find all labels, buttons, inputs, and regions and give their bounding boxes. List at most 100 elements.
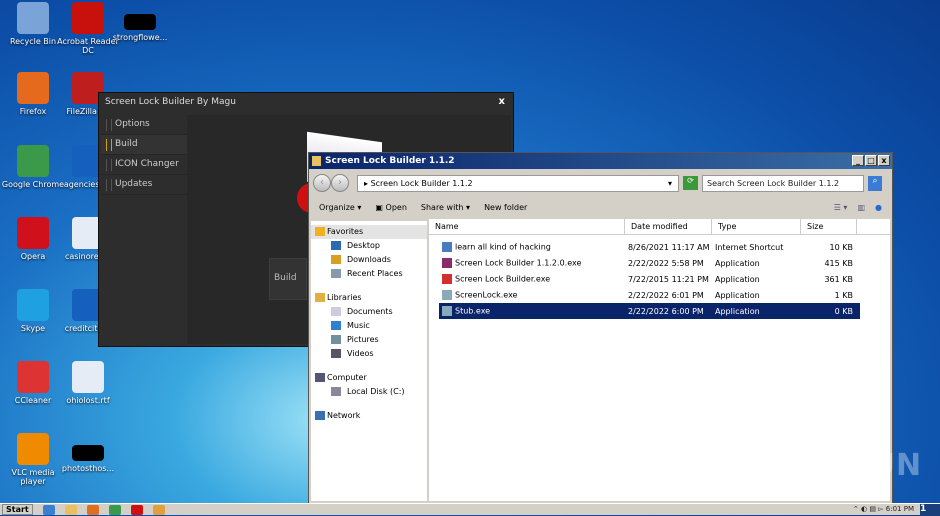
nav-item[interactable]: Libraries: [311, 291, 427, 305]
file-name: Screen Lock Builder.exe: [455, 274, 551, 284]
file-date: 8/26/2021 11:17 AM: [628, 242, 710, 252]
nav-item[interactable]: Music: [311, 319, 427, 333]
nav-item[interactable]: Network: [311, 409, 427, 423]
file-icon: [442, 258, 452, 268]
address-bar[interactable]: ▸ Screen Lock Builder 1.1.2 ▾: [357, 174, 679, 192]
file-row[interactable]: Screen Lock Builder.exe 7/22/2015 11:21 P…: [439, 271, 860, 287]
taskbar-app-icon[interactable]: [152, 504, 165, 515]
organize-button[interactable]: Organize ▾: [319, 203, 361, 212]
nav-item[interactable]: Computer: [311, 371, 427, 385]
refresh-icon[interactable]: ⟳: [683, 176, 698, 190]
builder-menu-item[interactable]: Build: [101, 135, 187, 155]
search-icon[interactable]: ⌕: [868, 175, 882, 191]
file-date: 7/22/2015 11:21 PM: [628, 274, 709, 284]
file-icon: [442, 290, 452, 300]
column-size[interactable]: Size: [801, 219, 857, 234]
nav-item[interactable]: Downloads: [311, 253, 427, 267]
maximize-button[interactable]: □: [865, 155, 877, 166]
new-folder-button[interactable]: New folder: [484, 203, 527, 212]
start-button[interactable]: Start: [2, 504, 33, 515]
nav-item-icon: [331, 335, 341, 344]
file-row[interactable]: learn all kind of hacking 8/26/2021 11:17…: [439, 239, 860, 255]
tray-icons[interactable]: ⌃ ◐ ▤ ▻: [853, 505, 886, 513]
builder-title: Screen Lock Builder By Magu: [105, 97, 236, 107]
nav-item-icon: [331, 269, 341, 278]
column-date[interactable]: Date modified: [625, 219, 712, 234]
desktop-icon-image: [17, 217, 49, 249]
file-type: Application: [715, 274, 760, 284]
system-tray: ⌃ ◐ ▤ ▻ 6:01 PM: [853, 505, 914, 513]
builder-title-bar[interactable]: Screen Lock Builder By Magu x: [99, 93, 513, 113]
taskbar-ie-icon[interactable]: [42, 504, 55, 515]
file-date: 2/22/2022 5:58 PM: [628, 258, 704, 268]
file-name-cell: learn all kind of hacking: [439, 242, 625, 252]
desktop-icon[interactable]: ohiolost.rtf: [55, 361, 121, 405]
nav-item-label: Computer: [327, 373, 367, 382]
nav-item-label: Music: [347, 321, 370, 330]
nav-item-label: Documents: [347, 307, 393, 316]
nav-item[interactable]: Favorites: [311, 225, 427, 239]
explorer-title: Screen Lock Builder 1.1.2: [325, 156, 455, 166]
explorer-title-bar[interactable]: Screen Lock Builder 1.1.2 _ □ x: [309, 153, 892, 169]
show-desktop-button[interactable]: 1: [920, 504, 940, 516]
nav-item-label: Network: [327, 411, 361, 420]
desktop-icon-image: [17, 72, 49, 104]
help-icon[interactable]: ●: [875, 203, 882, 212]
builder-menu: Options Build ICON Changer Updates: [101, 115, 187, 195]
builder-close-button[interactable]: x: [499, 96, 505, 107]
builder-menu-item[interactable]: ICON Changer: [101, 155, 187, 175]
preview-pane-icon[interactable]: ▥: [857, 203, 865, 212]
share-with-button[interactable]: Share with ▾: [421, 203, 470, 212]
nav-item-label: Local Disk (C:): [347, 387, 405, 396]
nav-item-icon: [331, 321, 341, 330]
file-row[interactable]: Stub.exe 2/22/2022 6:00 PM Application 0 KB: [439, 303, 860, 319]
desktop-icon[interactable]: strongflowe...: [107, 2, 173, 42]
nav-item-icon: [331, 387, 341, 396]
clock[interactable]: 6:01 PM: [886, 505, 914, 513]
nav-item[interactable]: Local Disk (C:): [311, 385, 427, 399]
nav-item-icon: [331, 241, 341, 250]
taskbar-media-icon[interactable]: [86, 504, 99, 515]
search-input[interactable]: Search Screen Lock Builder 1.1.2: [702, 174, 864, 192]
file-row[interactable]: ScreenLock.exe 2/22/2022 6:01 PM Applicati…: [439, 287, 860, 303]
nav-item-label: Videos: [347, 349, 374, 358]
file-type: Internet Shortcut: [715, 242, 784, 252]
forward-button[interactable]: ›: [331, 174, 349, 192]
build-button[interactable]: Build: [269, 258, 307, 300]
taskbar-opera-icon[interactable]: [130, 504, 143, 515]
open-button[interactable]: ▣ Open: [375, 203, 406, 212]
taskbar-chrome-icon[interactable]: [108, 504, 121, 515]
file-size: 415 KB: [824, 258, 853, 268]
nav-item-label: Libraries: [327, 293, 362, 302]
taskbar-explorer-icon[interactable]: [64, 504, 77, 515]
address-text: Screen Lock Builder 1.1.2: [370, 178, 473, 188]
desktop-icon-image: [72, 361, 104, 393]
close-button[interactable]: x: [878, 155, 890, 166]
desktop-icon-image: [17, 361, 49, 393]
view-options-icon[interactable]: ☰ ▾: [834, 203, 848, 212]
address-dropdown-icon[interactable]: ▾: [668, 179, 672, 188]
column-name[interactable]: Name: [429, 219, 625, 234]
nav-item-label: Pictures: [347, 335, 379, 344]
file-name-cell: Screen Lock Builder.exe: [439, 274, 625, 284]
file-size: 1 KB: [834, 290, 853, 300]
column-type[interactable]: Type: [712, 219, 801, 234]
desktop-icon[interactable]: photosthos...: [55, 433, 121, 473]
nav-item[interactable]: Pictures: [311, 333, 427, 347]
file-name-cell: Screen Lock Builder 1.1.2.0.exe: [439, 258, 625, 268]
nav-item[interactable]: Videos: [311, 347, 427, 361]
file-size: 10 KB: [829, 242, 853, 252]
back-button[interactable]: ‹: [313, 174, 331, 192]
nav-item-icon: [331, 307, 341, 316]
builder-menu-item[interactable]: Options: [101, 115, 187, 135]
nav-item[interactable]: Documents: [311, 305, 427, 319]
nav-item[interactable]: Recent Places: [311, 267, 427, 281]
navigation-pane: Favorites Desktop Downloads Recent Places Li…: [311, 221, 427, 501]
builder-menu-item[interactable]: Updates: [101, 175, 187, 195]
file-row[interactable]: Screen Lock Builder 1.1.2.0.exe 2/22/2022…: [439, 255, 860, 271]
desktop-icon-image: [17, 433, 49, 465]
open-label: Open: [385, 202, 407, 212]
nav-item-label: Recent Places: [347, 269, 403, 278]
nav-item[interactable]: Desktop: [311, 239, 427, 253]
minimize-button[interactable]: _: [852, 155, 864, 166]
